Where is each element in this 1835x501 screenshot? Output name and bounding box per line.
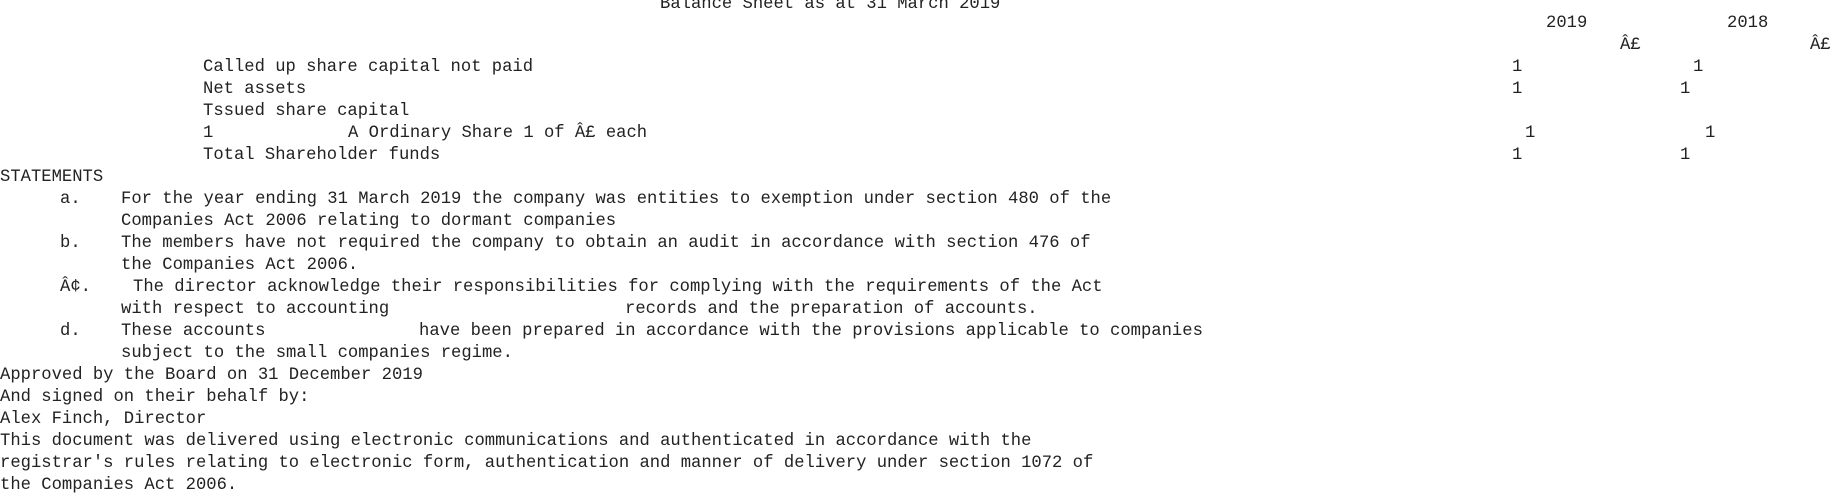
row-value-2019: 1	[1512, 58, 1523, 77]
row-label-called-up-capital: Called up share capital not paid	[203, 58, 534, 77]
statement-a-line1: For the year ending 31 March 2019 the co…	[121, 190, 1112, 209]
row-value-2019: 1	[1512, 146, 1523, 165]
statement-c-line2b: records and the preparation of accounts.	[625, 300, 1038, 319]
row-value-2019: 1	[1525, 124, 1536, 143]
statements-heading: STATEMENTS	[0, 168, 104, 187]
statement-b-line2: the Companies Act 2006.	[121, 256, 359, 275]
row-value-2019: 1	[1512, 80, 1523, 99]
footer-line-1: This document was delivered using electr…	[0, 432, 1032, 451]
statement-a-line2: Companies Act 2006 relating to dormant c…	[121, 212, 617, 231]
row-number: 1	[203, 124, 214, 143]
statement-b-line1: The members have not required the compan…	[121, 234, 1091, 253]
row-value-2018: 1	[1680, 80, 1691, 99]
statement-c-line2a: with respect to accounting	[121, 300, 390, 319]
statement-marker-a: a.	[60, 190, 81, 209]
page-title: Balance Sheet as at 31 March 2019	[660, 0, 1001, 14]
footer-line-2: registrar's rules relating to electronic…	[0, 454, 1094, 473]
statement-d-line2: subject to the small companies regime.	[121, 344, 513, 363]
column-header-2018: 2018	[1727, 14, 1769, 33]
row-label-issued-share-capital: Tssued share capital	[203, 102, 410, 121]
footer-line-3: the Companies Act 2006.	[0, 476, 238, 495]
statement-marker-b: b.	[60, 234, 81, 253]
row-label-net-assets: Net assets	[203, 80, 307, 99]
signed-on-behalf: And signed on their behalf by:	[0, 388, 310, 407]
currency-2018: Â£	[1810, 36, 1831, 55]
statement-marker-d: d.	[60, 322, 81, 341]
statement-d-line1b: have been prepared in accordance with th…	[419, 322, 1203, 341]
director-name: Alex Finch, Director	[0, 410, 207, 429]
approval-date: Approved by the Board on 31 December 201…	[0, 366, 423, 385]
row-value-2018: 1	[1693, 58, 1704, 77]
row-value-2018: 1	[1705, 124, 1716, 143]
row-value-2018: 1	[1680, 146, 1691, 165]
statement-marker-c: Â¢.	[60, 278, 91, 297]
currency-2019: Â£	[1620, 36, 1641, 55]
column-header-2019: 2019	[1546, 14, 1588, 33]
statement-c-line1: The director acknowledge their responsib…	[133, 278, 1103, 297]
row-label-ordinary-share: A Ordinary Share 1 of Â£ each	[348, 124, 648, 143]
statement-d-line1a: These accounts	[121, 322, 266, 341]
row-label-total-shareholder-funds: Total Shareholder funds	[203, 146, 441, 165]
